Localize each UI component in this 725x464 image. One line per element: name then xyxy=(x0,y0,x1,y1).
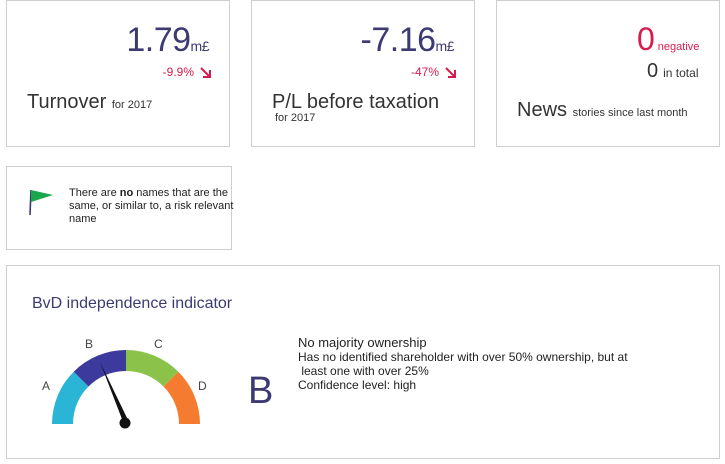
gauge-label-c: C xyxy=(154,337,163,351)
trend-down-icon xyxy=(445,67,456,78)
turnover-unit: m£ xyxy=(190,38,210,54)
news-label-text: News xyxy=(517,99,568,121)
news-total-count: 0 xyxy=(647,60,659,82)
news-period: stories since last month xyxy=(572,107,688,119)
turnover-period: for 2017 xyxy=(111,99,153,111)
pl-period: for 2017 xyxy=(275,112,316,124)
gauge-label-d: D xyxy=(198,379,207,393)
news-total: 0 in total xyxy=(647,61,698,81)
names-card[interactable]: There are no names that are the same, or… xyxy=(6,166,234,250)
description-line-2: Has no identified shareholder with over … xyxy=(298,350,628,364)
gauge-label-a: A xyxy=(42,379,50,393)
news-negative: 0 negative xyxy=(637,23,699,55)
bvd-card[interactable]: BvD independence indicator A B C D B No … xyxy=(6,265,720,459)
news-negative-label: negative xyxy=(657,41,700,53)
pl-value: -7.16m£ xyxy=(360,21,455,59)
pl-label: P/L before taxation xyxy=(272,91,440,113)
turnover-label-text: Turnover xyxy=(27,91,107,113)
flag-icon xyxy=(29,189,53,216)
gauge-pivot xyxy=(119,417,131,429)
trend-down-icon xyxy=(200,67,211,78)
description-line-4: Confidence level: high xyxy=(298,378,417,392)
names-text: There are no names that are the same, or… xyxy=(69,187,234,226)
independence-grade: B xyxy=(248,370,274,412)
pl-number: -7.16 xyxy=(360,21,437,59)
pl-change-text: -47% xyxy=(410,65,439,79)
gauge-label-b: B xyxy=(85,337,93,351)
turnover-label: Turnover for 2017 xyxy=(27,92,152,112)
description-line-3: least one with over 25% xyxy=(298,364,429,378)
bvd-title: BvD independence indicator xyxy=(32,295,233,312)
independence-gauge: A B C D xyxy=(42,337,207,429)
news-total-label: in total xyxy=(663,66,699,80)
news-negative-count: 0 xyxy=(637,21,655,57)
names-text-bold: no xyxy=(119,187,134,199)
pl-change: -47% xyxy=(411,65,457,79)
turnover-change: -9.9% xyxy=(163,65,212,79)
news-card[interactable]: 0 negative 0 in total News stories since l… xyxy=(496,0,720,147)
turnover-card[interactable]: 1.79m£ -9.9% Turnover for 2017 xyxy=(6,0,230,147)
names-text-before: There are xyxy=(69,187,120,199)
pl-card[interactable]: -7.16m£ -47% P/L before taxation for 201… xyxy=(251,0,475,147)
turnover-change-text: -9.9% xyxy=(162,65,194,79)
independence-description: No majority ownership Has no identified … xyxy=(298,335,678,392)
pl-unit: m£ xyxy=(435,38,455,54)
description-line-1: No majority ownership xyxy=(298,335,427,350)
news-label: News stories since last month xyxy=(517,100,688,120)
turnover-number: 1.79 xyxy=(126,21,191,59)
turnover-value: 1.79m£ xyxy=(126,23,209,57)
